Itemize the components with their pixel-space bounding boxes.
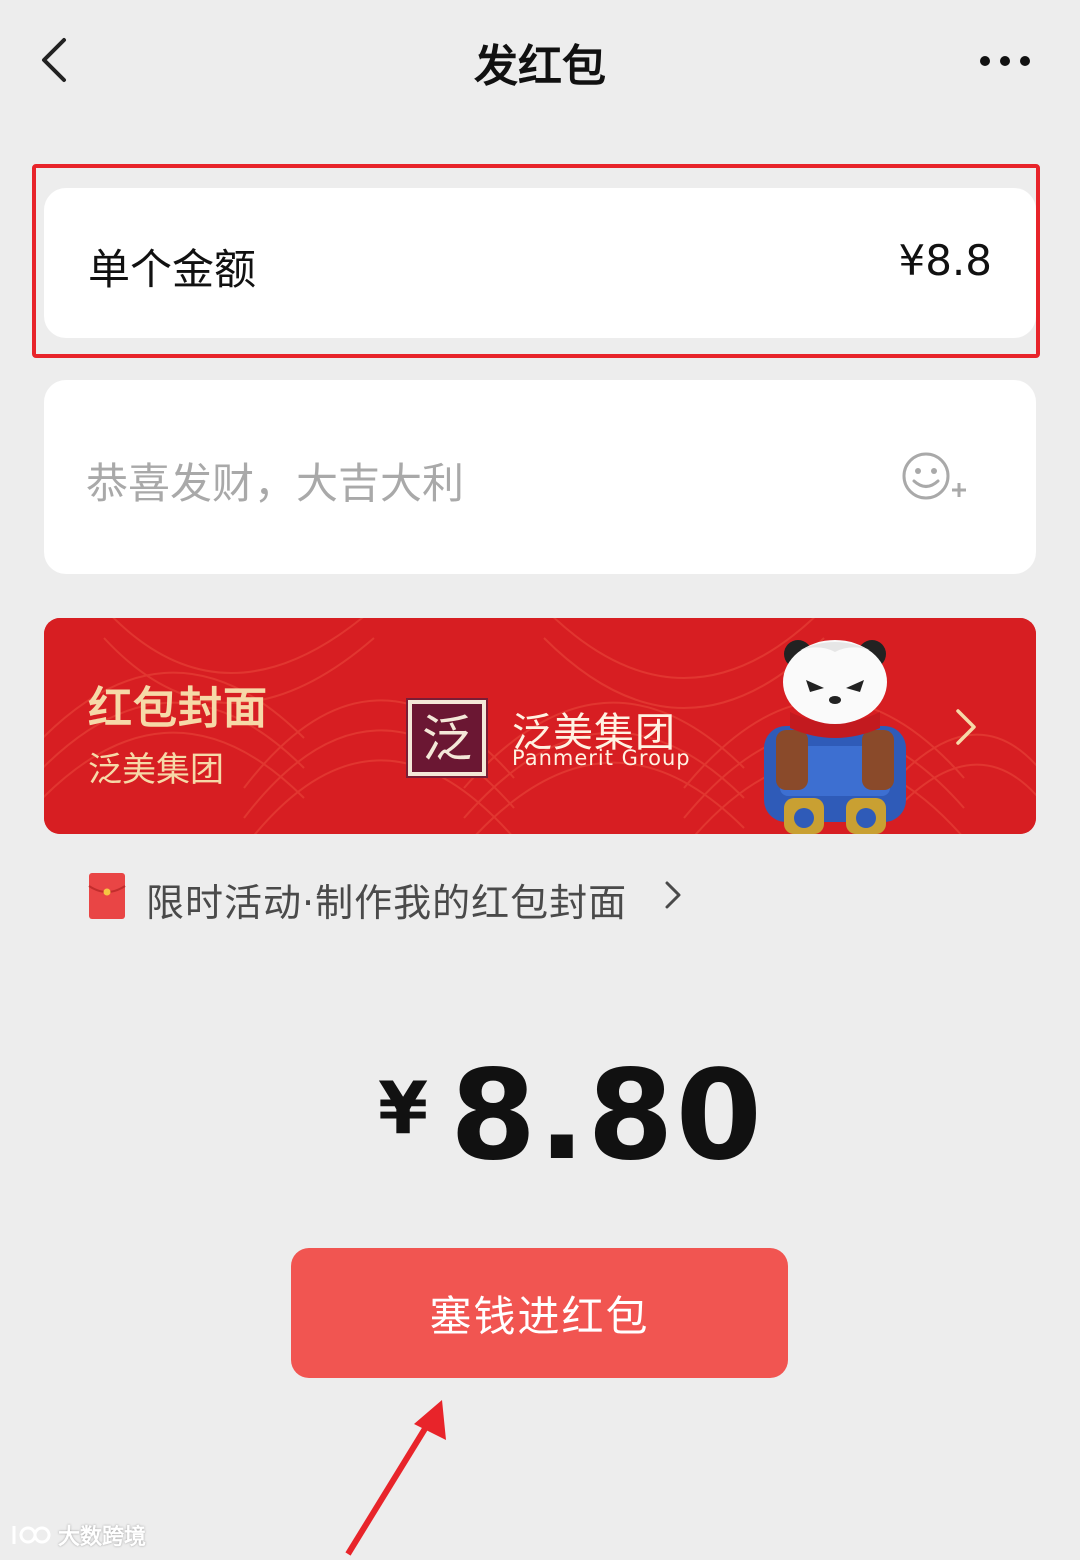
activity-chevron	[662, 878, 684, 912]
amount-value[interactable]: ¥8.8	[898, 236, 992, 285]
watermark: 大数跨境	[10, 1518, 146, 1552]
activity-text: 限时活动·制作我的红包封面	[146, 881, 628, 925]
total-amount: 8.80	[450, 1044, 764, 1188]
brand-logo-icon: 泛	[406, 698, 488, 778]
chevron-right-icon	[665, 881, 681, 909]
activity-icon-wrap	[88, 872, 126, 920]
ellipsis-icon	[980, 56, 1030, 66]
watermark-logo-icon	[12, 1526, 51, 1544]
emoji-add-icon	[902, 452, 966, 500]
panda-mascot-illustration	[740, 630, 930, 836]
more-options-button[interactable]	[970, 36, 1040, 86]
brand-logo-char: 泛	[422, 710, 472, 768]
cover-title: 红包封面	[88, 683, 268, 734]
page-title: 发红包	[474, 41, 606, 92]
brand-name-en: Panmerit Group	[512, 746, 691, 770]
annotation-arrow	[330, 1398, 460, 1556]
greeting-input[interactable]: 恭喜发财，大吉大利	[86, 450, 846, 511]
cover-chevron	[950, 705, 980, 749]
brand-logo: 泛	[406, 698, 488, 778]
watermark-text: 大数跨境	[58, 1525, 147, 1550]
amount-label: 单个金额	[88, 245, 257, 294]
red-envelope-icon	[88, 873, 126, 919]
total-currency-symbol: ¥	[378, 1066, 429, 1150]
emoji-button[interactable]	[898, 448, 970, 508]
chevron-right-icon	[956, 709, 976, 745]
cover-subtitle: 泛美集团	[88, 750, 224, 790]
submit-button[interactable]: 塞钱进红包	[291, 1248, 788, 1378]
